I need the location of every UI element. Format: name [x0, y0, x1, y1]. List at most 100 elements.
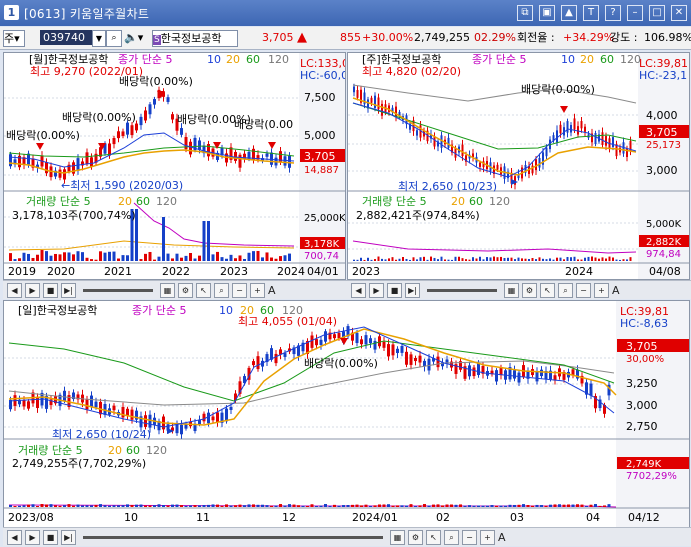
zoom-slider[interactable]: [83, 288, 153, 292]
volume-bar: [356, 259, 359, 261]
auto-scale-button[interactable]: A: [498, 531, 506, 544]
candle-body: [135, 123, 138, 131]
zoom-out-icon[interactable]: −: [576, 282, 591, 298]
volume-bar: [577, 259, 579, 261]
volume-pct-tag: 974,84: [646, 249, 681, 260]
zoom-slider[interactable]: [83, 535, 383, 539]
volume-bar: [180, 257, 183, 261]
market-select[interactable]: 주▾: [3, 30, 25, 47]
volume-bar: [598, 505, 602, 507]
monthly-chart[interactable]: [월]한국정보공학 종가 단순 5 10 20 60 120 최고 9,270 …: [4, 53, 345, 279]
candle-body: [477, 363, 480, 375]
volume-bar: [418, 505, 422, 507]
volume-bar: [567, 504, 570, 507]
maximize-button[interactable]: □: [649, 5, 665, 21]
x-label: 2023: [220, 265, 248, 278]
volume-bar: [243, 505, 246, 507]
candle-body: [589, 383, 593, 396]
close-button[interactable]: ✕: [671, 5, 687, 21]
stop-icon[interactable]: ■: [387, 282, 402, 298]
volume-bar: [589, 504, 593, 507]
zoom-in-icon[interactable]: +: [594, 282, 609, 298]
vol-ma-20-label: 20: [118, 195, 132, 208]
weekly-chart[interactable]: [주]한국정보공학 종가 단순 5 10 20 60 120 최고 4,820 …: [348, 53, 689, 279]
x-label: 2021: [104, 265, 132, 278]
stop-icon[interactable]: ■: [43, 282, 58, 298]
zoom-in-icon[interactable]: +: [480, 529, 495, 545]
stock-code-input[interactable]: 039740: [40, 30, 96, 45]
volume-bar: [500, 256, 502, 261]
grid-icon[interactable]: ▦: [390, 529, 405, 545]
volume-bar: [202, 221, 206, 261]
candle-body: [256, 356, 260, 370]
scroll-first-icon[interactable]: ◀: [7, 282, 22, 298]
help-icon[interactable]: ?: [605, 5, 621, 21]
volume-bar: [441, 505, 444, 507]
cursor-icon[interactable]: ↖: [196, 282, 211, 298]
scroll-next-icon[interactable]: ▶: [369, 282, 384, 298]
volume-bar: [247, 252, 251, 261]
volume-bar: [450, 504, 453, 507]
zoom-slider[interactable]: [427, 288, 497, 292]
cursor-icon[interactable]: ↖: [540, 282, 555, 298]
auto-scale-button[interactable]: A: [268, 284, 276, 297]
stop-icon[interactable]: ■: [43, 529, 58, 545]
zoom-in-icon[interactable]: +: [250, 282, 265, 298]
candle-body: [333, 334, 336, 339]
daily-chart[interactable]: [일]한국정보공학 종가 단순 5 10 20 60 120 최고 4,055 …: [4, 301, 689, 527]
candle-body: [180, 128, 183, 135]
change-percent: +30.00%: [362, 31, 414, 44]
copy-window-icon[interactable]: ▣: [539, 5, 555, 21]
zoom-out-icon[interactable]: −: [462, 529, 477, 545]
volume-bar: [540, 505, 543, 507]
cursor-icon[interactable]: ↖: [426, 529, 441, 545]
zoom-out-icon[interactable]: −: [232, 282, 247, 298]
volume-bar: [612, 257, 614, 261]
scroll-last-icon[interactable]: ▶|: [61, 529, 76, 545]
volume-bar: [510, 257, 513, 261]
scroll-next-icon[interactable]: ▶: [25, 529, 40, 545]
search-icon[interactable]: ⌕: [106, 30, 122, 47]
volume-bar: [416, 259, 418, 261]
ma-20-label: 20: [580, 53, 594, 66]
settings-icon[interactable]: ⚙: [408, 529, 423, 545]
volume-bar: [81, 252, 84, 261]
volume-bar: [528, 259, 530, 261]
volume-ratio: 02.29%: [474, 31, 516, 44]
volume-bar: [377, 256, 380, 261]
candle-body: [198, 140, 201, 150]
volume-bar: [451, 259, 453, 261]
scroll-next-icon[interactable]: ▶: [25, 282, 40, 298]
scroll-first-icon[interactable]: ◀: [7, 529, 22, 545]
settings-icon[interactable]: ⚙: [522, 282, 537, 298]
scroll-last-icon[interactable]: ▶|: [61, 282, 76, 298]
price-tick: 3,000: [626, 399, 658, 412]
candle-body: [416, 130, 418, 136]
minimize-button[interactable]: –: [627, 5, 643, 21]
code-dropdown-icon[interactable]: ▼: [92, 30, 106, 47]
volume-bar: [36, 254, 39, 261]
zoom-icon[interactable]: ⌕: [558, 282, 573, 298]
grid-icon[interactable]: ▦: [160, 282, 175, 298]
settings-icon[interactable]: ⚙: [178, 282, 193, 298]
pin-icon[interactable]: ▲: [561, 5, 577, 21]
scroll-last-icon[interactable]: ▶|: [405, 282, 420, 298]
volume-bar: [49, 504, 53, 507]
zoom-icon[interactable]: ⌕: [444, 529, 459, 545]
stock-name-field[interactable]: S한국정보공학: [152, 30, 238, 47]
auto-scale-button[interactable]: A: [612, 284, 620, 297]
scroll-first-icon[interactable]: ◀: [351, 282, 366, 298]
speaker-icon[interactable]: 🔈▾: [124, 30, 148, 45]
volume-bar: [22, 505, 26, 507]
font-size-icon[interactable]: T: [583, 5, 599, 21]
volume-bar: [458, 256, 460, 261]
zoom-icon[interactable]: ⌕: [214, 282, 229, 298]
stock-badge-icon: S: [153, 35, 161, 45]
grid-icon[interactable]: ▦: [504, 282, 519, 298]
candle-body: [468, 365, 471, 377]
high-label: 최고 4,055 (01/04): [238, 315, 337, 328]
candle-body: [601, 132, 604, 145]
price-tick: 4,000: [646, 109, 678, 122]
link-icon[interactable]: ⧉: [517, 5, 533, 21]
candle-body: [570, 125, 572, 133]
